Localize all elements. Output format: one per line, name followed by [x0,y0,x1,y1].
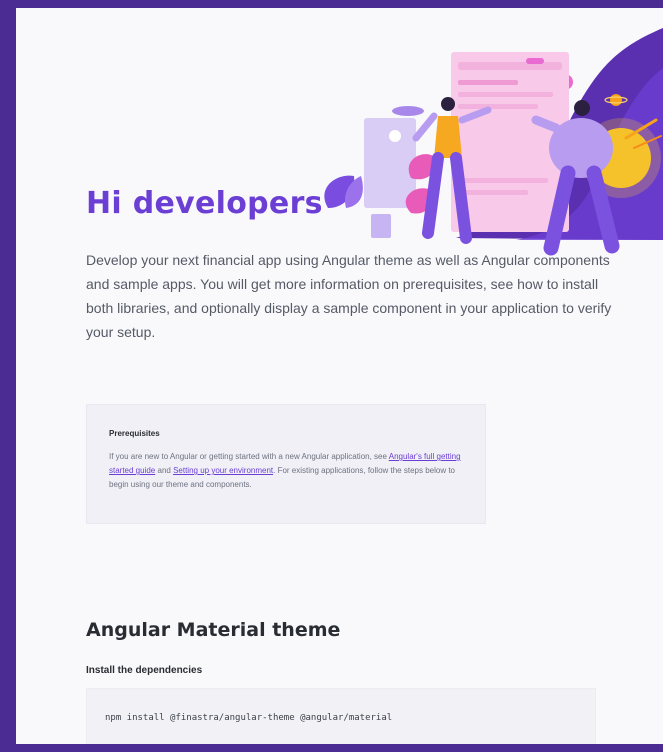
developers-illustration-icon: </> [324,28,663,256]
prerequisites-text-mid: and [155,466,174,475]
setting-up-environment-link[interactable]: Setting up your environment [173,466,273,475]
prerequisites-heading: Prerequisites [109,429,160,438]
hero-illustration: </> [316,8,663,268]
intro-paragraph: Develop your next financial app using An… [86,252,612,340]
content-page: </> [16,8,663,744]
section-subtitle: Install the dependencies [86,665,203,676]
section-title: Angular Material theme [86,619,341,641]
prerequisites-text: If you are new to Angular or getting sta… [109,450,463,492]
install-command: npm install @finastra/angular-theme @ang… [105,713,393,723]
page-title: Hi developers [86,186,323,221]
code-snippet[interactable]: npm install @finastra/angular-theme @ang… [86,688,596,744]
prerequisites-box: Prerequisites If you are new to Angular … [86,404,486,524]
prerequisites-text-start: If you are new to Angular or getting sta… [109,452,389,461]
